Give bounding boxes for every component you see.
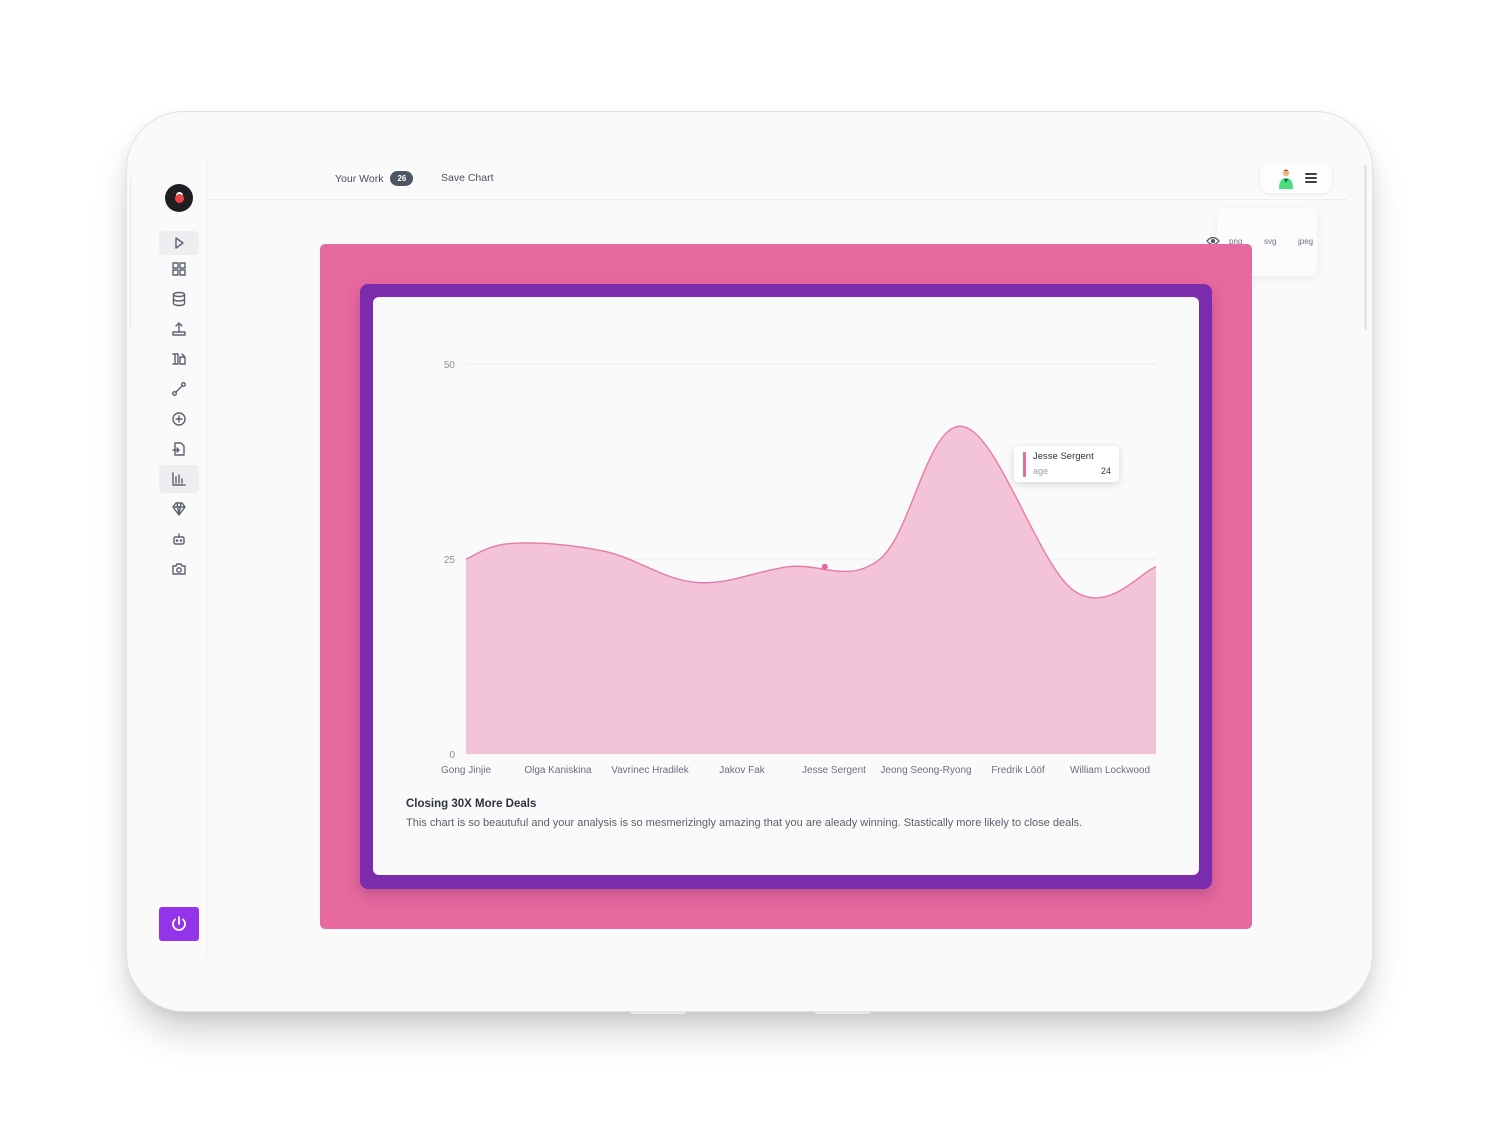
device-bottom-button	[630, 1011, 686, 1014]
pipeline-icon	[172, 382, 186, 396]
y-tick-label: 0	[449, 750, 455, 761]
upload-icon	[172, 322, 186, 336]
sidebar	[131, 161, 207, 956]
x-tick-label: Jakov Fak	[719, 765, 766, 776]
nav-database[interactable]	[159, 287, 199, 311]
tab-your-work-label: Your Work	[335, 172, 384, 185]
chart-card: 0 25 50 Gong Jinjie Olga Kaniskina Vavrinec H…	[373, 297, 1199, 875]
app-logo[interactable]	[165, 184, 193, 212]
nav-import[interactable]	[159, 437, 199, 461]
avatar[interactable]	[1276, 168, 1296, 190]
x-tick-label: Fredrik Lööf	[991, 765, 1045, 776]
nav-camera[interactable]	[159, 557, 199, 581]
robot-icon	[173, 533, 185, 545]
x-tick-label: Vavrinec Hradilek	[611, 765, 690, 776]
x-tick-label: Olga Kaniskina	[524, 765, 592, 776]
x-tick-label: Jesse Sergent	[802, 765, 866, 776]
x-tick-label: William Lockwood	[1070, 765, 1150, 776]
nav-play[interactable]	[159, 231, 199, 255]
add-circle-icon	[172, 412, 186, 426]
work-count-badge: 26	[390, 171, 414, 186]
chart-frame-outer: 0 25 50 Gong Jinjie Olga Kaniskina Vavrinec H…	[320, 244, 1252, 929]
apple-logo-icon	[174, 193, 184, 203]
x-tick-label: Jeong Seong-Ryong	[880, 765, 971, 776]
tab-save-chart[interactable]: Save Chart	[441, 172, 494, 184]
user-menu[interactable]	[1260, 163, 1332, 193]
nav-upload[interactable]	[159, 317, 199, 341]
transform-icon	[172, 353, 186, 365]
chart-title: Closing 30X More Deals	[406, 798, 537, 810]
diamond-icon	[172, 502, 186, 516]
nav-pipeline[interactable]	[159, 377, 199, 401]
nav-dashboard[interactable]	[159, 257, 199, 281]
import-file-icon	[172, 442, 185, 456]
device-side-button	[1364, 165, 1367, 330]
play-icon	[175, 237, 184, 249]
power-icon	[172, 916, 186, 931]
nav-bot[interactable]	[159, 527, 199, 551]
nav-charts[interactable]	[159, 465, 199, 493]
database-icon	[172, 291, 186, 307]
nav-premium[interactable]	[159, 497, 199, 521]
camera-icon	[172, 563, 186, 575]
area-chart: 0 25 50 Gong Jinjie Olga Kaniskina Vavrinec H…	[441, 360, 1157, 776]
top-bar: Your Work 26 Save Chart	[207, 161, 1347, 200]
chart-description: This chart is so beautuful and your anal…	[406, 817, 1083, 829]
y-tick-label: 25	[444, 555, 456, 566]
tooltip-color-marker	[1023, 452, 1026, 477]
tooltip-name: Jesse Sergent	[1033, 451, 1094, 462]
device-bottom-button	[815, 1011, 871, 1014]
tab-your-work[interactable]: Your Work 26	[335, 171, 414, 186]
bar-chart-icon	[172, 472, 186, 486]
export-jpeg[interactable]: jpeg	[1298, 237, 1313, 246]
hover-point	[821, 563, 828, 570]
nav-transform[interactable]	[159, 347, 199, 371]
export-svg[interactable]: svg	[1264, 237, 1276, 246]
tab-save-chart-label: Save Chart	[441, 172, 494, 184]
x-tick-label: Gong Jinjie	[441, 765, 491, 776]
chart-frame-inner: 0 25 50 Gong Jinjie Olga Kaniskina Vavrinec H…	[360, 284, 1212, 889]
dashboard-grid-icon	[172, 262, 186, 276]
y-tick-label: 50	[444, 360, 456, 371]
power-button[interactable]	[159, 907, 199, 941]
tooltip-key: age	[1033, 466, 1049, 476]
nav-add[interactable]	[159, 407, 199, 431]
tooltip-value: 24	[1100, 466, 1111, 476]
chart-tooltip: Jesse Sergent age 24	[1014, 446, 1119, 482]
hamburger-menu-icon[interactable]	[1305, 173, 1317, 183]
app-screen: Your Work 26 Save Chart png svg jpeg 0 25…	[131, 161, 1361, 961]
